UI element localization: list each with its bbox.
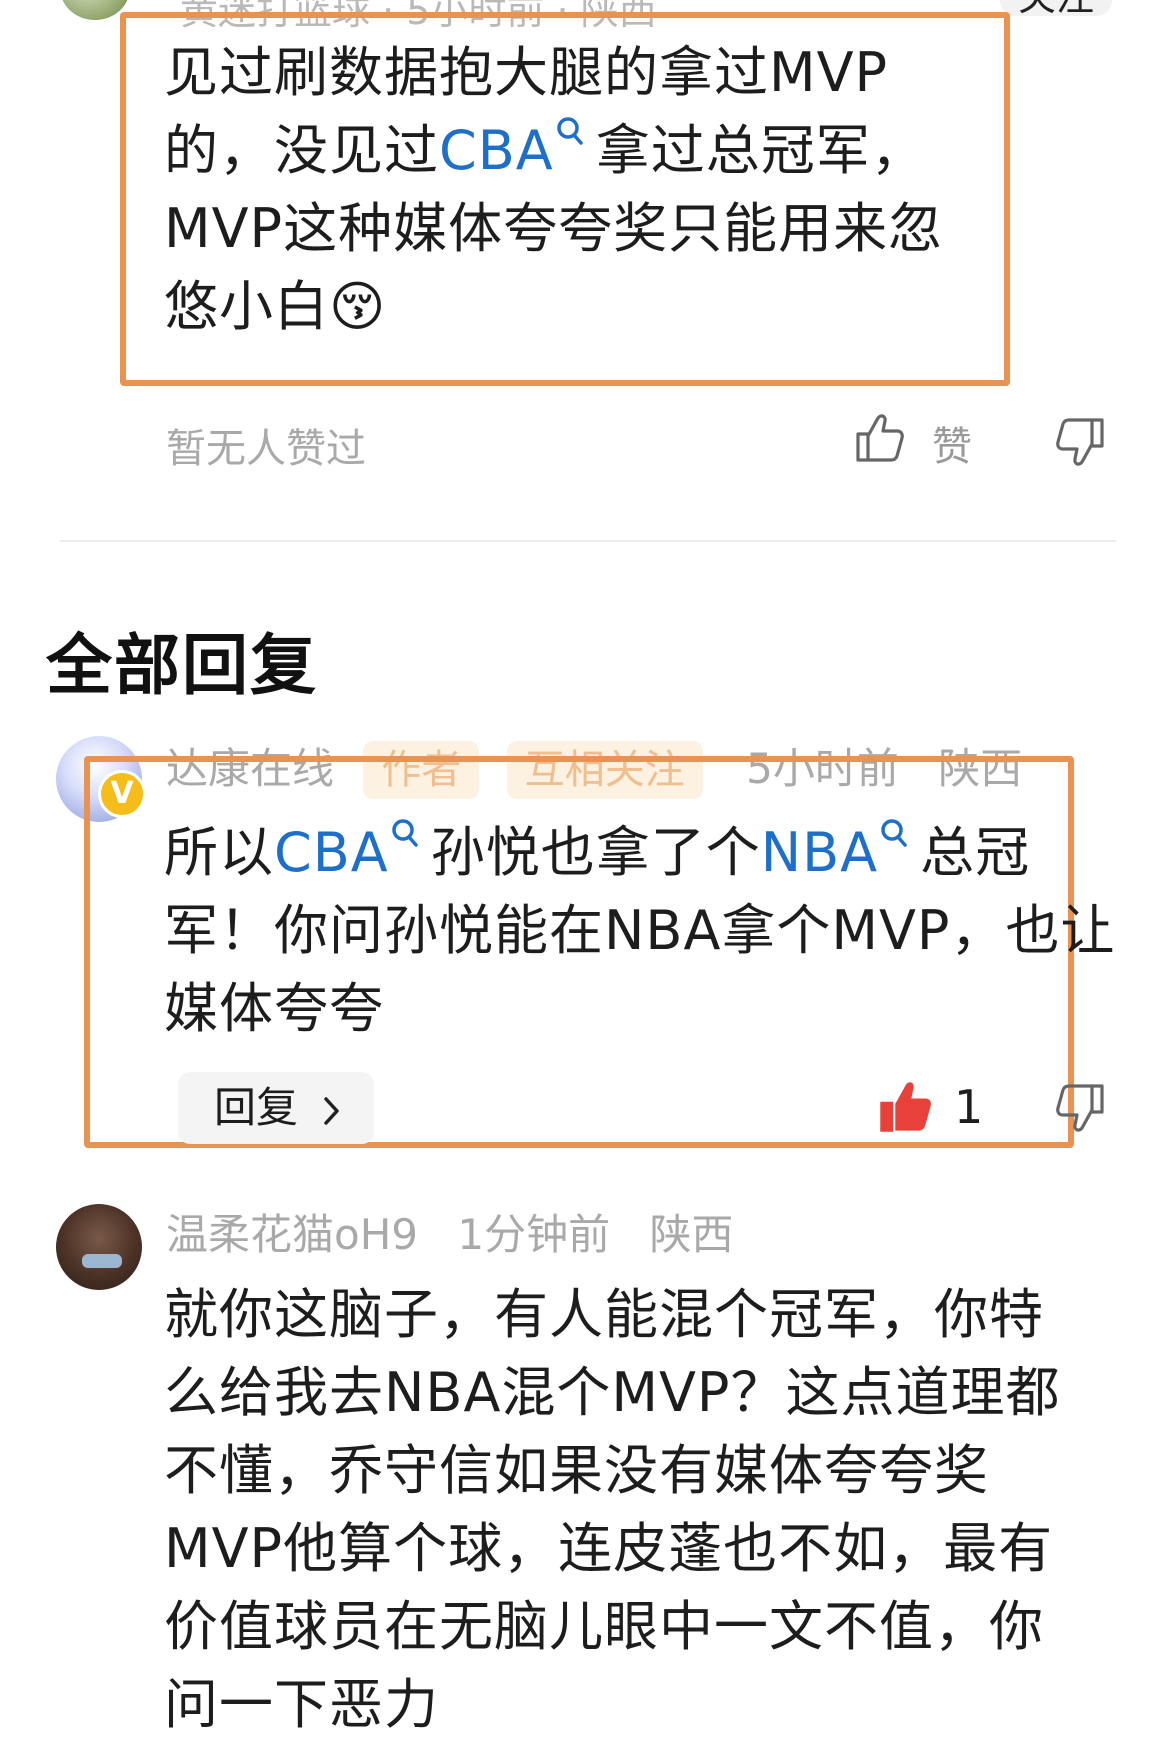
reply-location: 陕西 <box>649 1210 734 1259</box>
chevron-right-icon <box>324 1096 340 1125</box>
like-label: 赞 <box>932 424 972 470</box>
like-button[interactable]: 赞 <box>852 410 982 470</box>
top-comment-text: 见过刷数据抱大腿的拿过MVP的，没见过CBA 拿过总冠军，MVP这种媒体夸夸奖只能… <box>164 34 994 346</box>
follow-button[interactable]: 关注 <box>1000 0 1112 16</box>
thumbs-down-icon <box>1056 418 1104 466</box>
emoji-yawn-icon: 😚 <box>329 275 387 338</box>
reply-avatar[interactable] <box>56 1204 142 1290</box>
reply-time: 1分钟前 <box>457 1210 611 1259</box>
section-divider <box>60 540 1116 542</box>
reply-text-part2: 孙悦也拿了个 <box>430 821 761 884</box>
reply-text: 就你这脑子，有人能混个冠军，你特么给我去NBA混个MVP？这点道理都不懂，乔守信… <box>164 1283 1061 1736</box>
thumbs-up-icon <box>856 414 904 462</box>
thumbs-up-filled-icon <box>880 1082 931 1132</box>
dislike-button[interactable] <box>1052 414 1108 470</box>
keyword-link-cba[interactable]: CBA <box>274 821 389 884</box>
reply-meta: 温柔花猫oH9 1分钟前 陕西 <box>166 1206 733 1264</box>
reply-text-part1: 所以 <box>164 821 274 884</box>
search-icon[interactable] <box>391 818 419 856</box>
reply-author[interactable]: 温柔花猫oH9 <box>166 1210 418 1259</box>
keyword-link-nba[interactable]: NBA <box>761 821 878 884</box>
section-title: 全部回复 <box>46 627 318 704</box>
like-count: 1 <box>954 1080 984 1134</box>
liked-button[interactable]: 1 <box>876 1076 1006 1140</box>
reply-button[interactable]: 回复 <box>178 1072 374 1144</box>
avatar-detail <box>82 1254 122 1268</box>
thumbs-down-icon <box>1056 1084 1104 1132</box>
no-likes-text: 暂无人赞过 <box>166 426 366 472</box>
search-icon[interactable] <box>556 116 584 154</box>
reply-button-label: 回复 <box>214 1083 299 1132</box>
dislike-button[interactable] <box>1052 1080 1108 1136</box>
keyword-link-cba[interactable]: CBA <box>439 119 554 182</box>
reply-text: 所以CBA 孙悦也拿了个NBA 总冠军！你问孙悦能在NBA拿个MVP，也让媒体夸夸 <box>164 814 1124 1048</box>
search-icon[interactable] <box>880 818 908 856</box>
